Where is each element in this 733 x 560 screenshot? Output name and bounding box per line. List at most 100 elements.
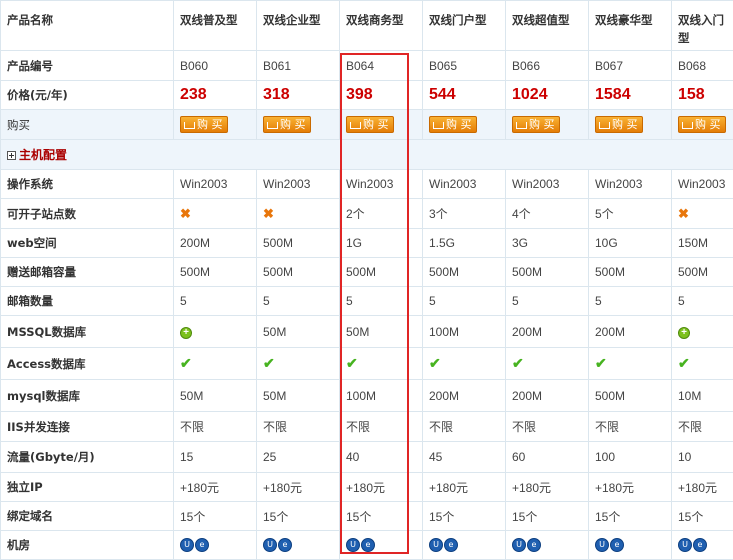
buy-button-label: 购 买 — [363, 118, 389, 131]
row-label: web空间 — [1, 229, 174, 258]
buy-button[interactable]: 购 买 — [429, 116, 477, 133]
spec-cell: ✔ — [174, 348, 257, 380]
spec-row: web空间200M500M1G1.5G3G10G150M — [1, 229, 733, 258]
spec-cell: 500M — [506, 258, 589, 287]
spec-cell: 不限 — [506, 412, 589, 442]
buy-cell: 购 买 — [589, 110, 672, 140]
spec-cell: 150M — [672, 229, 733, 258]
check-icon: ✔ — [429, 355, 441, 371]
spec-cell: ✔ — [340, 348, 423, 380]
product-name: 双线企业型 — [257, 1, 340, 51]
spec-cell: Ue — [672, 531, 733, 560]
section-title: 主机配置 — [19, 148, 67, 162]
spec-cell: + — [672, 316, 733, 348]
spec-cell: 1G — [340, 229, 423, 258]
spec-cell: 不限 — [174, 412, 257, 442]
buy-button[interactable]: 购 买 — [180, 116, 228, 133]
row-label: 机房 — [1, 531, 174, 560]
net-icon: Ue — [595, 538, 625, 552]
spec-cell: Ue — [506, 531, 589, 560]
buy-button[interactable]: 购 买 — [512, 116, 560, 133]
product-code: B066 — [506, 51, 589, 81]
network-unicom-icon: e — [278, 538, 292, 552]
product-code: B064 — [340, 51, 423, 81]
spec-cell: 50M — [174, 380, 257, 412]
spec-cell: 4个 — [506, 199, 589, 229]
spec-cell: +180元 — [672, 473, 733, 502]
buy-row: 购买 购 买 购 买 购 买 购 买 购 买 购 买 购 买 — [1, 110, 733, 140]
product-code: B067 — [589, 51, 672, 81]
row-label: MSSQL数据库 — [1, 316, 174, 348]
spec-cell: +180元 — [174, 473, 257, 502]
spec-cell: 15个 — [506, 502, 589, 531]
spec-row: mysql数据库50M50M100M200M200M500M10M — [1, 380, 733, 412]
spec-cell: 500M — [257, 258, 340, 287]
network-telecom-icon: U — [595, 538, 609, 552]
buy-cell: 购 买 — [257, 110, 340, 140]
buy-cell: 购 买 — [174, 110, 257, 140]
spec-cell: 60 — [506, 442, 589, 473]
spec-cell: +180元 — [506, 473, 589, 502]
spec-row: IIS并发连接不限不限不限不限不限不限不限 — [1, 412, 733, 442]
spec-row: 流量(Gbyte/月)152540456010010 — [1, 442, 733, 473]
spec-cell: 15个 — [672, 502, 733, 531]
spec-cell: 15 — [174, 442, 257, 473]
cart-icon — [516, 122, 527, 129]
spec-cell: 200M — [506, 380, 589, 412]
check-icon: ✔ — [180, 355, 192, 371]
section-header[interactable]: 主机配置 — [1, 140, 733, 170]
row-label: 可开子站点数 — [1, 199, 174, 229]
cart-icon — [433, 122, 444, 129]
spec-row: 操作系统Win2003Win2003Win2003Win2003Win2003W… — [1, 170, 733, 199]
spec-cell: ✔ — [589, 348, 672, 380]
check-icon: ✔ — [678, 355, 690, 371]
buy-button-label: 购 买 — [612, 118, 638, 131]
spec-cell: 15个 — [423, 502, 506, 531]
spec-cell: ✖ — [672, 199, 733, 229]
product-price: 1024 — [506, 81, 589, 110]
expand-icon[interactable] — [7, 151, 16, 160]
spec-row: 机房UeUeUeUeUeUeUe — [1, 531, 733, 560]
spec-cell: 5 — [423, 287, 506, 316]
spec-cell: 15个 — [589, 502, 672, 531]
product-code: B060 — [174, 51, 257, 81]
spec-cell: 5 — [257, 287, 340, 316]
plus-icon: + — [678, 327, 690, 339]
row-label: 产品编号 — [1, 51, 174, 81]
product-name: 双线入门型 — [672, 1, 733, 51]
spec-cell: ✔ — [672, 348, 733, 380]
spec-cell: 100 — [589, 442, 672, 473]
spec-cell: Win2003 — [340, 170, 423, 199]
spec-cell: +180元 — [257, 473, 340, 502]
product-price: 318 — [257, 81, 340, 110]
spec-cell: 500M — [257, 229, 340, 258]
product-price: 238 — [174, 81, 257, 110]
buy-button[interactable]: 购 买 — [263, 116, 311, 133]
buy-button-label: 购 买 — [280, 118, 306, 131]
product-price: 158 — [672, 81, 733, 110]
product-name: 双线门户型 — [423, 1, 506, 51]
spec-cell: 500M — [589, 380, 672, 412]
product-code: B065 — [423, 51, 506, 81]
buy-button[interactable]: 购 买 — [346, 116, 394, 133]
spec-row: MSSQL数据库+50M50M100M200M200M+ — [1, 316, 733, 348]
spec-cell: Win2003 — [672, 170, 733, 199]
spec-cell: + — [174, 316, 257, 348]
row-label: 价格(元/年) — [1, 81, 174, 110]
buy-button[interactable]: 购 买 — [595, 116, 643, 133]
buy-button[interactable]: 购 买 — [678, 116, 726, 133]
spec-cell: 5 — [506, 287, 589, 316]
spec-cell: 2个 — [340, 199, 423, 229]
spec-cell: 500M — [589, 258, 672, 287]
spec-cell: Ue — [589, 531, 672, 560]
spec-cell: Win2003 — [174, 170, 257, 199]
cart-icon — [682, 122, 693, 129]
cart-icon — [350, 122, 361, 129]
row-label: mysql数据库 — [1, 380, 174, 412]
header-row: 产品名称 双线普及型 双线企业型 双线商务型 双线门户型 双线超值型 双线豪华型… — [1, 1, 733, 51]
network-unicom-icon: e — [195, 538, 209, 552]
spec-row: 绑定域名15个15个15个15个15个15个15个 — [1, 502, 733, 531]
row-label: 操作系统 — [1, 170, 174, 199]
spec-row: 赠送邮箱容量500M500M500M500M500M500M500M — [1, 258, 733, 287]
spec-cell: Ue — [257, 531, 340, 560]
